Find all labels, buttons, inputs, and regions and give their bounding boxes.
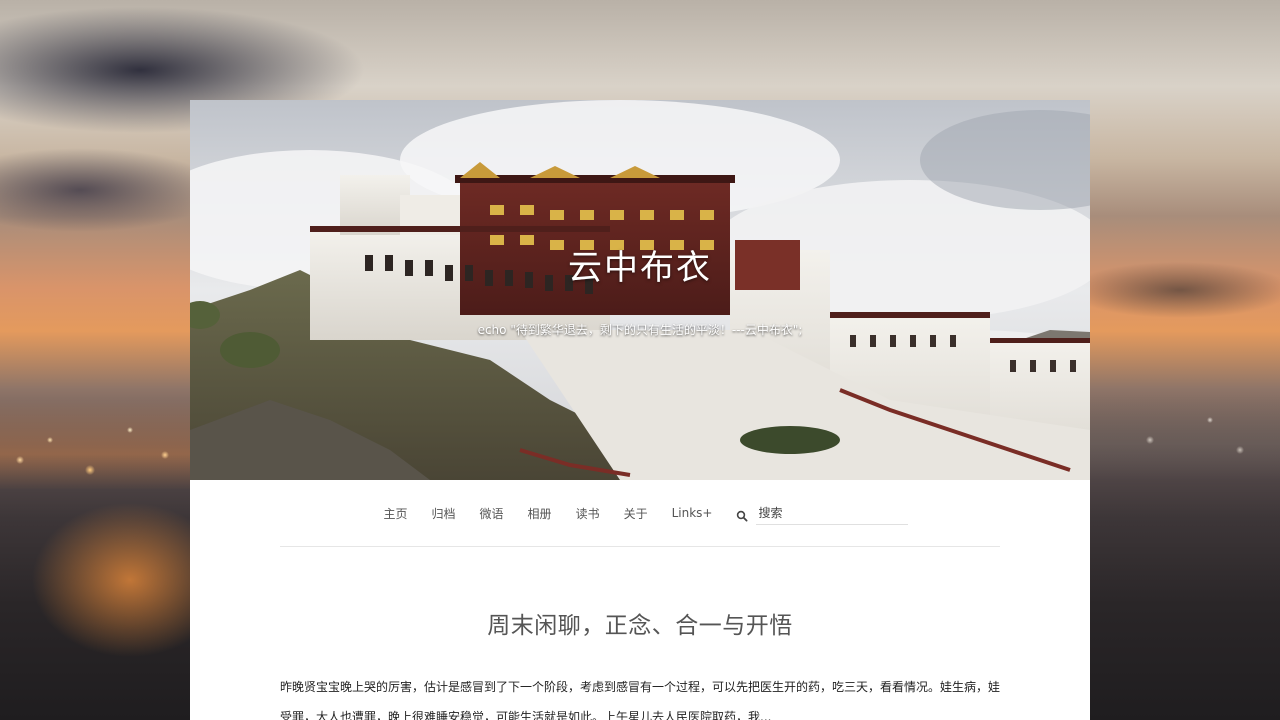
post-excerpt: 昨晚贤宝宝晚上哭的厉害，估计是感冒到了下一个阶段，考虑到感冒有一个过程，可以先把… [280,680,1001,720]
background-water-sparkle-right [1090,390,1280,480]
hero-banner: 云中布衣 echo "待到繁华退去，剩下的只有生活的平淡！---云中布衣"; [190,100,1090,480]
search-icon[interactable] [736,507,748,522]
search-box [736,501,909,525]
nav-item-reading[interactable]: 读书 [576,505,600,522]
post-title[interactable]: 周末闲聊，正念、合一与开悟 [280,600,1000,652]
nav-item-home[interactable]: 主页 [384,505,408,522]
nav-item-links[interactable]: Links+ [672,506,713,520]
potala-palace-illustration [190,100,1090,480]
nav-items: 主页 归档 微语 相册 读书 关于 Links+ [280,480,1000,546]
search-input[interactable] [756,501,909,525]
background-water-sparkle-left [0,400,190,490]
nav-item-about[interactable]: 关于 [624,505,648,522]
nav-item-microblog[interactable]: 微语 [480,505,504,522]
post-card: 周末闲聊，正念、合一与开悟 昨晚贤宝宝晚上哭的厉害，估计是感冒到了下一个阶段，考… [280,600,1000,720]
page-container: 云中布衣 echo "待到繁华退去，剩下的只有生活的平淡！---云中布衣"; 主… [190,100,1090,720]
nav-item-archive[interactable]: 归档 [432,505,456,522]
site-title[interactable]: 云中布衣 [190,240,1090,289]
nav-item-album[interactable]: 相册 [528,505,552,522]
site-motto: echo "待到繁华退去，剩下的只有生活的平淡！---云中布衣"; [477,323,803,337]
main-navigation: 主页 归档 微语 相册 读书 关于 Links+ [280,480,1000,547]
